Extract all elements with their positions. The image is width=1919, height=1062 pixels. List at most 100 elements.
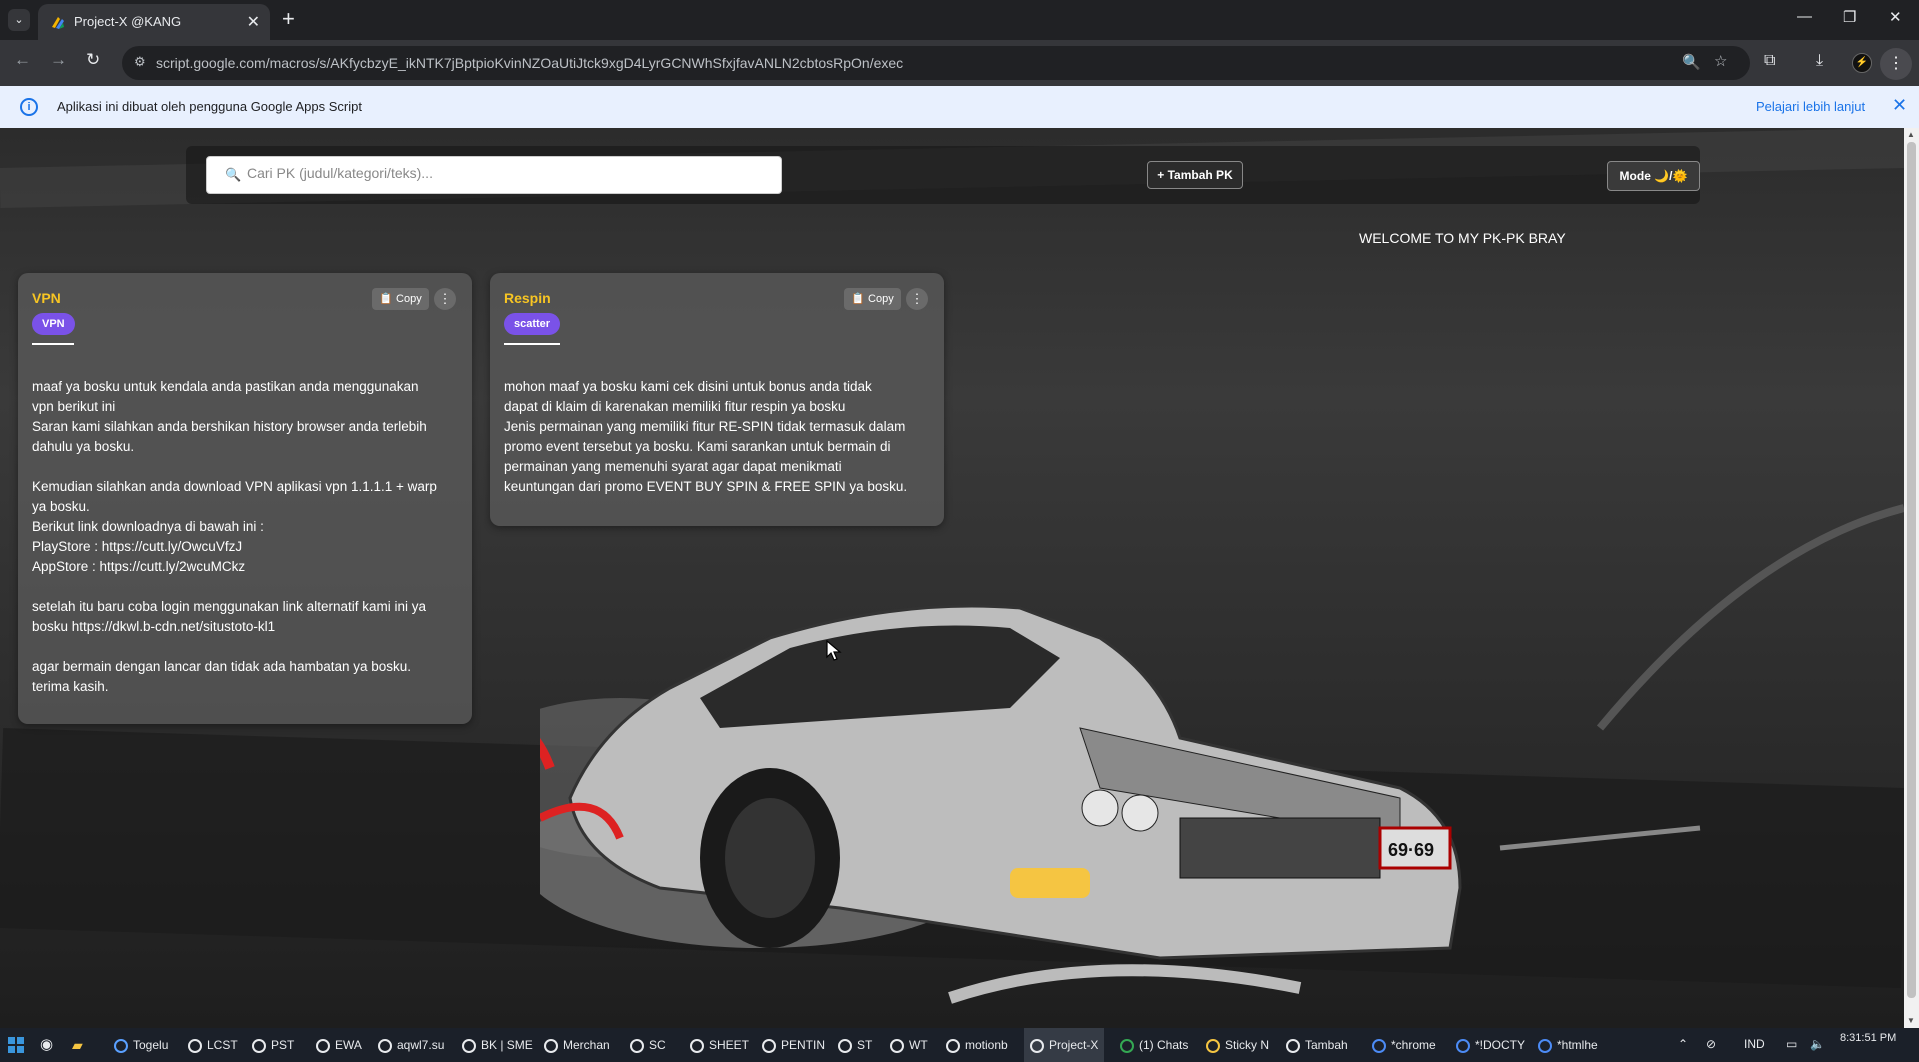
reload-icon[interactable]: ↻ bbox=[86, 50, 100, 70]
add-pk-button[interactable]: + Tambah PK bbox=[1147, 161, 1243, 189]
category-tag: scatter bbox=[504, 313, 561, 335]
search-box[interactable]: 🔍 bbox=[206, 156, 782, 194]
volume-icon[interactable]: 🔈 bbox=[1810, 1037, 1825, 1051]
app-icon bbox=[188, 1038, 202, 1053]
download-icon[interactable]: ⤓ bbox=[1816, 52, 1823, 70]
taskbar-item-label: WT bbox=[909, 1038, 928, 1052]
file-explorer-icon[interactable]: ▰ bbox=[72, 1028, 83, 1062]
tab-title: Project-X @KANG bbox=[74, 14, 182, 29]
taskbar-item[interactable]: (1) Chats bbox=[1114, 1028, 1194, 1062]
address-bar[interactable]: ⚙ script.google.com/macros/s/AKfycbzyE_i… bbox=[122, 46, 1750, 80]
app-icon bbox=[762, 1038, 776, 1053]
taskbar-item[interactable]: Togelu bbox=[108, 1028, 174, 1062]
search-input[interactable] bbox=[247, 165, 767, 181]
taskbar-item[interactable]: Project-X bbox=[1024, 1028, 1105, 1062]
app-icon bbox=[1372, 1038, 1386, 1053]
taskbar-item[interactable]: Sticky N bbox=[1200, 1028, 1275, 1062]
app-icon bbox=[378, 1038, 392, 1053]
minimize-icon[interactable]: — bbox=[1797, 8, 1812, 25]
clock[interactable]: 8:31:51 PM bbox=[1840, 1032, 1896, 1044]
info-text: Aplikasi ini dibuat oleh pengguna Google… bbox=[57, 99, 362, 114]
profile-avatar[interactable]: ⚡ bbox=[1852, 53, 1872, 73]
taskbar-item-label: Merchan bbox=[563, 1038, 610, 1052]
site-info-icon[interactable]: ⚙ bbox=[134, 54, 146, 70]
copy-button[interactable]: 📋 Copy bbox=[372, 288, 429, 310]
taskbar-item[interactable]: *chrome bbox=[1366, 1028, 1442, 1062]
page-scrollbar[interactable]: ▲ ▼ bbox=[1904, 128, 1919, 1028]
taskbar-item[interactable]: motionb bbox=[940, 1028, 1014, 1062]
taskbar-item[interactable]: WT bbox=[884, 1028, 934, 1062]
language-indicator[interactable]: IND bbox=[1744, 1037, 1765, 1051]
scroll-down-icon[interactable]: ▼ bbox=[1907, 1016, 1915, 1025]
taskbar-item[interactable]: PST bbox=[246, 1028, 300, 1062]
taskbar-item[interactable]: *!DOCTY bbox=[1450, 1028, 1531, 1062]
taskbar-item[interactable]: SC bbox=[624, 1028, 672, 1062]
taskbar-item[interactable]: PENTIN bbox=[756, 1028, 831, 1062]
app-icon bbox=[544, 1038, 558, 1053]
extensions-icon[interactable]: ⧉ bbox=[1764, 52, 1775, 70]
taskbar-item-label: *!DOCTY bbox=[1475, 1038, 1526, 1052]
windows-taskbar: ◉ ▰ Togelu LCST PST EWA aqwl7.su BK | SME Merc… bbox=[0, 1028, 1919, 1062]
apps-script-favicon-icon bbox=[52, 17, 64, 29]
mouse-cursor-icon bbox=[826, 640, 842, 661]
taskbar-item[interactable]: SHEET bbox=[684, 1028, 755, 1062]
back-icon[interactable]: ← bbox=[14, 50, 31, 70]
welcome-text: WELCOME TO MY PK-PK BRAY bbox=[1359, 230, 1566, 246]
tab-search-button[interactable]: ⌄ bbox=[8, 9, 30, 31]
bookmark-star-icon[interactable]: ☆ bbox=[1714, 52, 1727, 70]
card-body: maaf ya bosku untuk kendala anda pastika… bbox=[32, 379, 437, 694]
copy-button[interactable]: 📋 Copy bbox=[844, 288, 901, 310]
scroll-up-icon[interactable]: ▲ bbox=[1907, 130, 1915, 139]
taskbar-item[interactable]: LCST bbox=[182, 1028, 244, 1062]
mode-toggle-button[interactable]: Mode 🌙/🌞 bbox=[1607, 161, 1700, 191]
taskbar-item-label: PENTIN bbox=[781, 1038, 826, 1052]
app-icon bbox=[114, 1038, 128, 1053]
app-icon bbox=[946, 1038, 960, 1053]
app-icon bbox=[1538, 1038, 1552, 1053]
close-window-icon[interactable]: ✕ bbox=[1889, 8, 1902, 26]
restore-icon[interactable]: ❐ bbox=[1843, 8, 1856, 26]
taskbar-item[interactable]: Tambah bbox=[1280, 1028, 1354, 1062]
network-icon[interactable]: ⊘ bbox=[1706, 1037, 1716, 1051]
taskbar-item[interactable]: ST bbox=[832, 1028, 878, 1062]
scrollbar-thumb[interactable] bbox=[1907, 142, 1916, 998]
taskbar-item[interactable]: Merchan bbox=[538, 1028, 616, 1062]
app-icon bbox=[690, 1038, 704, 1053]
app-icon bbox=[252, 1038, 266, 1053]
copy-icon: 📋 bbox=[379, 293, 393, 305]
tray-up-icon[interactable]: ⌃ bbox=[1678, 1037, 1688, 1051]
display-icon[interactable]: ▭ bbox=[1786, 1037, 1797, 1051]
forward-icon[interactable]: → bbox=[50, 50, 67, 70]
page-content: 69·69 🔍 + Tambah PK Mode 🌙/🌞 WELCOME TO … bbox=[0, 128, 1904, 1028]
close-infobar-icon[interactable]: ✕ bbox=[1892, 95, 1907, 116]
taskbar-item-label: EWA bbox=[335, 1038, 362, 1052]
card-title: VPN bbox=[32, 290, 61, 306]
browser-tab[interactable]: Project-X @KANG ✕ bbox=[38, 4, 270, 40]
car-illustration: 69·69 bbox=[540, 604, 1462, 960]
card-menu-icon[interactable]: ⋮ bbox=[434, 288, 456, 310]
copy-label: Copy bbox=[868, 293, 894, 305]
zoom-icon[interactable]: 🔍 bbox=[1682, 53, 1701, 71]
app-icon bbox=[316, 1038, 330, 1053]
taskbar-item-label: Togelu bbox=[133, 1038, 169, 1052]
new-tab-icon[interactable]: + bbox=[282, 6, 295, 32]
taskbar-item-label: SC bbox=[649, 1038, 666, 1052]
svg-text:69·69: 69·69 bbox=[1388, 840, 1434, 860]
app-icon bbox=[462, 1038, 476, 1053]
card-menu-icon[interactable]: ⋮ bbox=[906, 288, 928, 310]
app-icon bbox=[1286, 1038, 1300, 1053]
taskbar-item[interactable]: aqwl7.su bbox=[372, 1028, 450, 1062]
close-tab-icon[interactable]: ✕ bbox=[247, 12, 260, 32]
taskbar-item-label: motionb bbox=[965, 1038, 1008, 1052]
taskbar-item[interactable]: *htmlhe bbox=[1532, 1028, 1604, 1062]
pk-card: VPN VPN 📋 Copy ⋮ maaf ya bosku untuk ken… bbox=[18, 273, 472, 724]
chrome-pinned-icon[interactable]: ◉ bbox=[40, 1028, 53, 1062]
learn-more-link[interactable]: Pelajari lebih lanjut bbox=[1756, 99, 1865, 114]
browser-menu-icon[interactable]: ⋮ bbox=[1880, 48, 1912, 80]
taskbar-item[interactable]: EWA bbox=[310, 1028, 368, 1062]
taskbar-item-label: SHEET bbox=[709, 1038, 750, 1052]
taskbar-item[interactable]: BK | SME bbox=[456, 1028, 539, 1062]
url-text: script.google.com/macros/s/AKfycbzyE_ikN… bbox=[156, 55, 904, 71]
card-body: mohon maaf ya bosku kami cek disini untu… bbox=[504, 379, 908, 494]
windows-start-icon[interactable] bbox=[8, 1037, 24, 1053]
